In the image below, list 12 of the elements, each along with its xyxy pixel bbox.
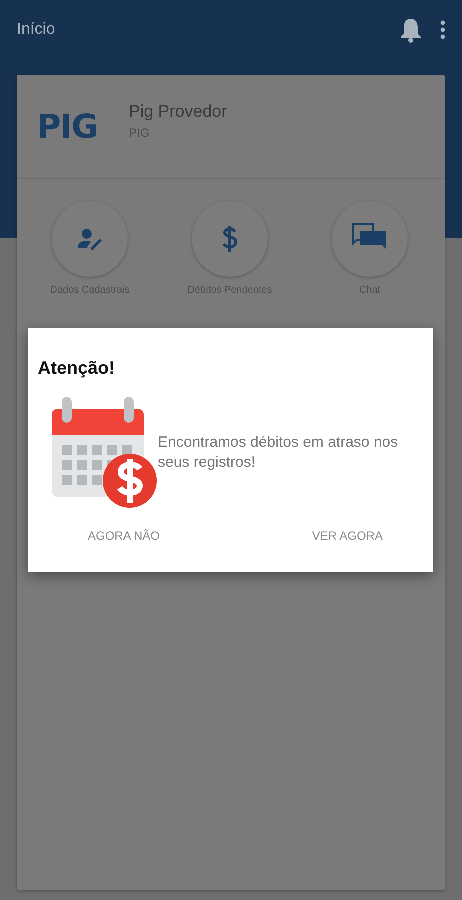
provider-name: Pig Provedor [129,102,228,122]
dialog-message: Encontramos débitos em atraso nos seus registros! [158,433,400,473]
calendar-dollar-icon [50,397,158,509]
person-edit-icon [77,228,103,250]
logo: PIG [37,107,99,146]
dialog-button[interactable]: VER AGORA [302,523,393,549]
bell-icon[interactable] [400,17,422,43]
dialog-button[interactable]: AGORA NÃO [78,523,170,549]
screen-title: Início [17,21,56,39]
more-icon[interactable] [440,20,446,40]
dollar-icon [221,225,239,253]
dialog-title: Atenção! [38,358,116,379]
